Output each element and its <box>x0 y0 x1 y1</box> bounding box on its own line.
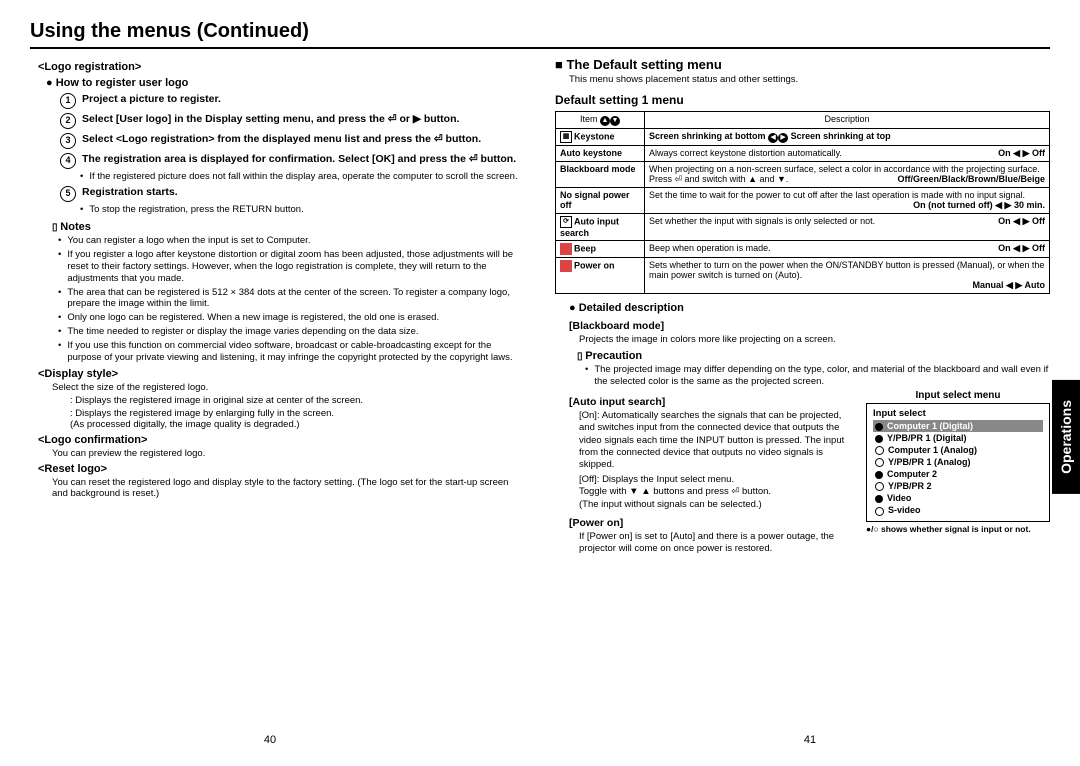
table-row: Auto keystone Always correct keystone di… <box>556 146 1050 162</box>
table-row: Beep Beep when operation is made.On ◀ ▶ … <box>556 241 1050 258</box>
left-column: <Logo registration> How to register user… <box>30 57 525 558</box>
input-menu-item: Y/PB/PR 1 (Analog) <box>873 456 1043 468</box>
input-menu-item-label: Y/PB/PR 1 (Analog) <box>888 457 971 467</box>
note-item: The area that can be registered is 512 ×… <box>58 287 525 311</box>
input-menu-item-label: Computer 1 (Digital) <box>887 421 973 431</box>
default-setting-sub: This menu shows placement status and oth… <box>569 74 1050 85</box>
input-menu-item-label: Computer 1 (Analog) <box>888 445 977 455</box>
note-item: You can register a logo when the input i… <box>58 235 525 247</box>
input-menu-item-label: Computer 2 <box>887 469 937 479</box>
filled-circle-icon <box>875 435 883 443</box>
page-numbers: 40 41 <box>0 734 1080 746</box>
detailed-description-head: Detailed description <box>569 302 1050 314</box>
logo-confirmation-head: <Logo confirmation> <box>38 434 525 446</box>
table-row: ▦Keystone Screen shrinking at bottom ◀▶ … <box>556 129 1050 146</box>
notes-heading: Notes <box>52 221 525 233</box>
step-3: 3Select <Logo registration> from the dis… <box>60 133 525 149</box>
filled-circle-icon <box>875 423 883 431</box>
input-menu-item: Computer 1 (Analog) <box>873 444 1043 456</box>
page-number-left: 40 <box>264 734 276 746</box>
note-item: Only one logo can be registered. When a … <box>58 312 525 324</box>
page-title: Using the menus (Continued) <box>30 20 1050 49</box>
step-1: 1Project a picture to register. <box>60 93 525 109</box>
input-select-menu-box: Input select menu Input select Computer … <box>866 390 1050 557</box>
content-columns: <Logo registration> How to register user… <box>30 57 1050 558</box>
beep-icon <box>560 243 572 255</box>
page-number-right: 41 <box>804 734 816 746</box>
precaution-head: Precaution <box>577 350 1050 362</box>
input-menu-item: S-video <box>873 504 1043 516</box>
empty-circle-icon <box>875 446 884 455</box>
search-icon: ⟳ <box>560 216 572 228</box>
display-style-paren: (As processed digitally, the image quali… <box>70 419 525 430</box>
step-5-note: To stop the registration, press the RETU… <box>80 204 525 215</box>
table-header-item: Item ▲▼ <box>556 112 645 129</box>
input-menu-item-label: Video <box>887 493 911 503</box>
auto-input-section: [Auto input search] [On]: Automatically … <box>555 390 1050 557</box>
table-row: Blackboard mode When projecting on a non… <box>556 162 1050 188</box>
power-icon <box>560 260 572 272</box>
step-4: 4The registration area is displayed for … <box>60 153 525 169</box>
step-4-note: If the registered picture does not fall … <box>80 171 525 182</box>
input-menu-item-label: Y/PB/PR 1 (Digital) <box>887 433 967 443</box>
manual-page: Using the menus (Continued) <Logo regist… <box>0 0 1080 766</box>
input-menu-item: Y/PB/PR 2 <box>873 480 1043 492</box>
input-menu-item: Computer 2 <box>873 468 1043 480</box>
note-item: If you register a logo after keystone di… <box>58 249 525 285</box>
blackboard-mode-body: Projects the image in colors more like p… <box>579 334 1050 346</box>
note-item: If you use this function on commercial v… <box>58 340 525 364</box>
display-style-option-2: : Displays the registered image by enlar… <box>70 408 525 419</box>
filled-circle-icon <box>875 471 883 479</box>
empty-circle-icon <box>875 482 884 491</box>
display-style-head: <Display style> <box>38 368 525 380</box>
input-menu-item: Video <box>873 492 1043 504</box>
power-on-body: If [Power on] is set to [Auto] and there… <box>579 531 856 556</box>
table-header-desc: Description <box>645 112 1050 129</box>
filled-circle-icon <box>875 495 883 503</box>
input-menu-note: ●/○ shows whether signal is input or not… <box>866 524 1050 534</box>
input-menu-item-label: Y/PB/PR 2 <box>888 481 932 491</box>
how-to-register-head: How to register user logo <box>46 77 525 89</box>
input-menu-item-label: S-video <box>888 505 921 515</box>
table-row: ⟳Auto input search Set whether the input… <box>556 214 1050 241</box>
logo-registration-head: <Logo registration> <box>38 61 525 73</box>
step-5: 5Registration starts. <box>60 186 525 202</box>
auto-input-head: [Auto input search] <box>569 396 856 408</box>
right-column: The Default setting menu This menu shows… <box>555 57 1050 558</box>
default-setting-1-title: Default setting 1 menu <box>555 93 1050 107</box>
table-row: Power on Sets whether to turn on the pow… <box>556 258 1050 294</box>
display-style-option-1: : Displays the registered image in origi… <box>70 395 525 406</box>
input-menu-item: Computer 1 (Digital) <box>873 420 1043 432</box>
reset-logo-head: <Reset logo> <box>38 463 525 475</box>
empty-circle-icon <box>875 458 884 467</box>
up-icon: ▲ <box>600 116 610 126</box>
auto-input-on: [On]: Automatically searches the signals… <box>579 410 856 472</box>
blackboard-mode-head: [Blackboard mode] <box>569 320 1050 332</box>
step-2: 2Select [User logo] in the Display setti… <box>60 113 525 129</box>
table-row: No signal power off Set the time to wait… <box>556 188 1050 214</box>
power-on-head: [Power on] <box>569 517 856 529</box>
note-item: The time needed to register or display t… <box>58 326 525 338</box>
auto-input-off: [Off]: Displays the Input select menu. T… <box>579 474 856 511</box>
logo-confirmation-sub: You can preview the registered logo. <box>52 448 525 459</box>
display-style-sub: Select the size of the registered logo. <box>52 382 525 393</box>
down-icon: ▼ <box>610 116 620 126</box>
default-setting-title: The Default setting menu <box>555 57 1050 72</box>
settings-table: Item ▲▼ Description ▦Keystone Screen shr… <box>555 111 1050 294</box>
empty-circle-icon <box>875 507 884 516</box>
keystone-icon: ▦ <box>560 131 572 143</box>
reset-logo-sub: You can reset the registered logo and di… <box>52 477 525 499</box>
input-menu-item: Y/PB/PR 1 (Digital) <box>873 432 1043 444</box>
precaution-item: The projected image may differ depending… <box>585 364 1050 388</box>
operations-tab: Operations <box>1052 380 1080 494</box>
